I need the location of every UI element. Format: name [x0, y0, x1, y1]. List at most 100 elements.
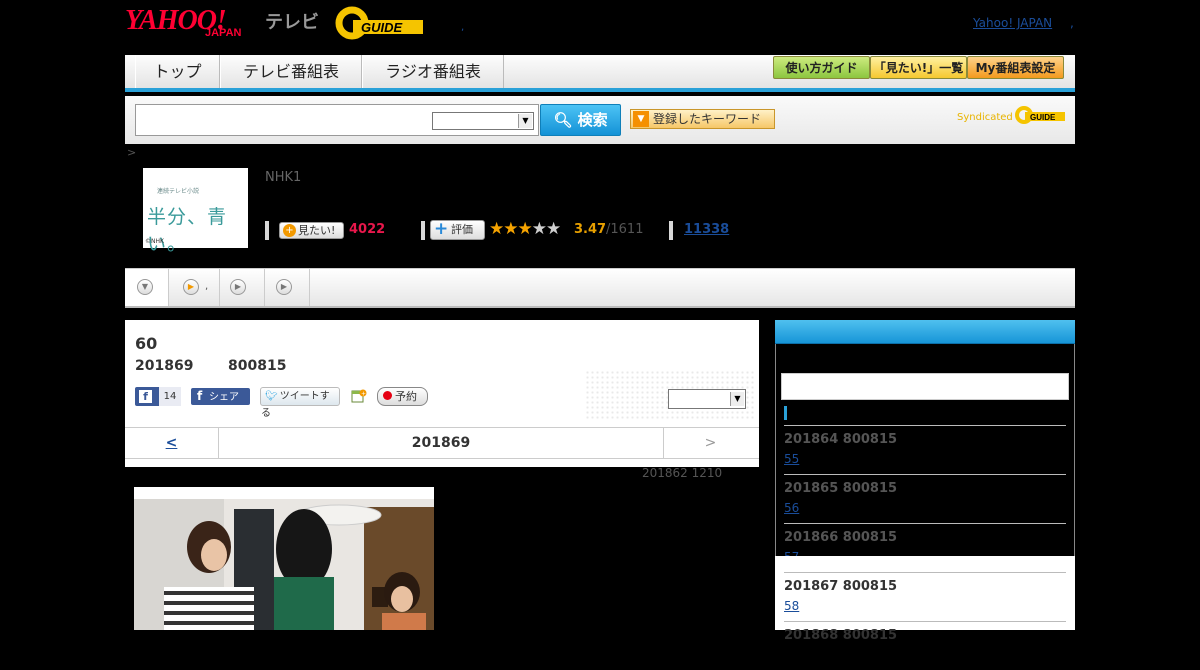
record-reservation-button[interactable]: 予約: [377, 387, 428, 406]
search-icon: 🔍︎: [553, 111, 573, 129]
star-empty-icon: ★: [546, 219, 561, 239]
star-empty-icon: ★: [531, 219, 547, 239]
tab-episode-3[interactable]: ▶: [220, 269, 265, 306]
sidebar-search-input[interactable]: [781, 373, 1069, 400]
gguide-logo[interactable]: GUIDE: [335, 6, 435, 40]
episode-select[interactable]: ▼: [668, 389, 746, 409]
header-separator: ,: [461, 22, 465, 33]
want-to-watch-label: 見たい!: [298, 224, 336, 237]
facebook-icon: f: [139, 390, 152, 403]
chevron-down-icon: ▼: [518, 114, 532, 128]
yahoo-japan-link[interactable]: Yahoo! JAPAN: [973, 16, 1052, 30]
facebook-like-button[interactable]: f 14: [135, 387, 181, 406]
plus-icon: +: [434, 219, 449, 239]
tweet-button[interactable]: 🐦︎ ツイートする: [260, 387, 340, 419]
syndicated-label: Syndicated: [957, 112, 1013, 123]
rate-button[interactable]: + 評価: [430, 220, 485, 240]
episode-time: 800815: [228, 358, 287, 374]
page: YAHOO! JAPAN テレビ GUIDE , Yahoo! JAPAN , …: [125, 0, 1075, 630]
tab-episode-list[interactable]: ▼: [125, 269, 169, 306]
episode-photo: [134, 487, 434, 630]
tab-radio-guide[interactable]: ラジオ番組表: [362, 55, 504, 88]
svg-text:+: +: [361, 391, 366, 398]
previous-episode-link[interactable]: <: [125, 428, 219, 458]
japan-logo: JAPAN: [205, 27, 242, 39]
record-reservation-label: 予約: [395, 390, 417, 403]
thumbnail-series-label: 連続テレビ小説: [157, 188, 200, 195]
search-category-select[interactable]: ▼: [432, 112, 534, 130]
thumbnail-title: 半分、青い。: [147, 206, 228, 255]
list-item-date: 201868 800815: [784, 628, 898, 643]
rating-score: 3.47: [574, 222, 607, 237]
next-episode-link[interactable]: >: [663, 428, 757, 458]
list-item-episode-link[interactable]: 56: [784, 501, 885, 515]
sidebar: 201864 800815 55 201865 800815 56 201866…: [775, 320, 1075, 556]
plus-icon: +: [283, 224, 296, 237]
my-guide-settings-button[interactable]: My番組表設定: [967, 56, 1064, 79]
list-item-date: 201864 800815: [784, 432, 898, 447]
header-separator-2: ,: [1070, 16, 1074, 30]
divider: [669, 221, 673, 240]
tab-tv-guide[interactable]: テレビ番組表: [220, 55, 362, 88]
rating-total: /1611: [606, 222, 644, 237]
list-item: 201867 800815 58: [784, 572, 1066, 621]
list-item-date: 201867 800815: [784, 579, 898, 594]
record-icon: [383, 391, 392, 400]
sidebar-lower: 201867 800815 58 201868 800815: [775, 556, 1075, 643]
saved-keywords-button[interactable]: ▼ 登録したキーワード: [630, 109, 775, 129]
list-item-date: 201865 800815: [784, 481, 898, 496]
chevron-down-icon: ▼: [730, 392, 744, 406]
want-to-watch-button[interactable]: + 見たい!: [279, 222, 344, 239]
star-filled-icon: ★: [503, 219, 518, 239]
facebook-icon: f: [197, 389, 203, 403]
program-thumbnail[interactable]: 連続テレビ小説 半分、青い。 ©NHK: [143, 168, 248, 255]
list-item-episode-link[interactable]: 58: [784, 599, 885, 613]
list-item: 201866 800815 57: [784, 523, 1066, 556]
search-bar: ▼ 🔍︎ 検索 ▼ 登録したキーワード Syndicated GUIDE: [125, 96, 1075, 144]
facebook-like-count: 14: [159, 387, 181, 406]
divider: [265, 221, 269, 240]
current-episode-date: 201869: [411, 435, 471, 451]
episode-panel: 60 201869 800815 f 14 f シェア 🐦︎ ツイートする + 予約 …: [125, 320, 759, 467]
star-filled-icon: ★: [489, 219, 504, 239]
play-icon: ▶: [276, 279, 292, 295]
tab-dot: ,: [205, 281, 209, 292]
want-to-watch-count: 4022: [349, 222, 386, 237]
svg-text:GUIDE: GUIDE: [361, 20, 403, 35]
list-item-episode-link[interactable]: 55: [784, 452, 885, 466]
tv-label[interactable]: テレビ: [265, 8, 319, 34]
review-count-link[interactable]: 11338: [684, 222, 729, 237]
play-icon: ▶: [183, 279, 199, 295]
rating-stars: ★★★★★: [489, 219, 561, 239]
thumbnail-credit: ©NHK: [145, 238, 164, 245]
twitter-bird-icon: 🐦︎: [265, 391, 278, 402]
list-item: 201864 800815 55: [784, 425, 1066, 474]
star-filled-icon: ★: [517, 219, 533, 239]
tab-episode-2[interactable]: ▶ ,: [169, 269, 220, 306]
tab-episode-4[interactable]: ▶: [265, 269, 310, 306]
episode-pager: < 201869 >: [125, 427, 759, 459]
list-item: 201868 800815: [784, 621, 1066, 670]
chevron-down-icon: ▼: [137, 279, 153, 295]
episode-tabs: ▼ ▶ , ▶ ▶: [125, 268, 1075, 308]
breadcrumb[interactable]: >: [127, 146, 136, 159]
saved-keywords-label: 登録したキーワード: [653, 112, 762, 126]
facebook-share-label: シェア: [209, 392, 239, 403]
rate-label: 評価: [451, 223, 473, 236]
svg-text:GUIDE: GUIDE: [1030, 113, 1056, 122]
main-nav: トップ テレビ番組表 ラジオ番組表 使い方ガイド 「見たい!」一覧 My番組表設…: [125, 55, 1075, 92]
caret-down-icon: ▼: [633, 111, 649, 127]
search-button-label: 検索: [577, 111, 608, 129]
facebook-share-button[interactable]: f シェア: [191, 388, 250, 405]
sidebar-header: [775, 320, 1075, 344]
divider: [421, 221, 425, 240]
search-button[interactable]: 🔍︎ 検索: [540, 104, 621, 136]
usage-guide-button[interactable]: 使い方ガイド: [773, 56, 870, 79]
calendar-add-icon[interactable]: +: [351, 388, 367, 404]
list-item: 201865 800815 56: [784, 474, 1066, 523]
sidebar-section-marker: [784, 406, 787, 420]
episode-number: 60: [135, 334, 158, 353]
tab-top[interactable]: トップ: [135, 55, 220, 88]
watchlist-button[interactable]: 「見たい!」一覧: [870, 56, 967, 79]
updated-timestamp: 201862 1210: [642, 466, 723, 480]
